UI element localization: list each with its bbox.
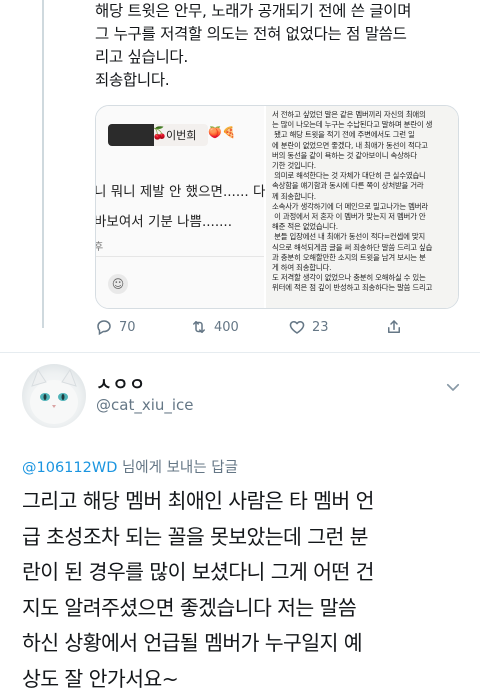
replying-to-link[interactable]: @106112WD [22,460,117,476]
top-tweet-line: 리고 싶습니다. [95,48,189,66]
tweet-media[interactable]: 🍒 이번희 🍑 🍕 니 뭐니 제발 안 했으면...... 다 바보여서 기분 … [95,105,459,309]
reply-line: 상도 잘 안가서요~ [22,666,179,691]
user-handle[interactable]: @cat_xiu_ice [96,396,194,414]
reply-line: 하신 상황에서 언급될 멤버가 누구일지 예 [22,631,363,655]
reply-icon [97,320,111,336]
top-tweet-text: 해당 트윗은 안무, 노래가 공개되기 전에 쓴 글이며 그 누구를 저격할 의… [95,0,475,92]
media-left-line: 후 [96,238,103,253]
retweet-icon [193,321,205,333]
like-button[interactable]: 23 [288,318,329,336]
replying-to-label: 님에게 보내는 답글 [117,460,238,476]
retweet-count: 400 [214,319,239,335]
reply-button[interactable]: 70 [95,318,136,336]
retweet-button[interactable]: 400 [190,318,239,336]
share-icon [388,320,400,333]
redacted-block [108,124,154,146]
top-tweet-line: 해당 트윗은 안무, 노래가 공개되기 전에 쓴 글이며 [95,2,412,20]
cat-avatar-image [30,368,78,424]
emoji-icon: ☺ [108,274,128,294]
peach-icon: 🍑 [208,126,222,139]
media-left-line: 바보여서 기분 나쁨....... [95,214,232,230]
chevron-down-icon[interactable] [444,378,462,396]
share-button[interactable] [385,318,403,336]
reply-line: 지도 알려주셨으면 좋겠습니다 저는 말씀 [22,595,357,620]
media-image-right[interactable]: 서 전하고 싶었던 말은 같은 멤버끼리 자신의 최애의 는 많이 나오는데 누… [266,106,458,308]
thread-line [42,0,44,328]
media-image-left[interactable]: 🍒 이번희 🍑 🍕 니 뭐니 제발 안 했으면...... 다 바보여서 기분 … [96,106,267,308]
pizza-icon: 🍕 [222,126,236,139]
like-icon [289,321,305,334]
media-left-line: 니 뭐니 제발 안 했으면...... 다 [95,184,266,200]
top-tweet-line: 죄송합니다. [95,71,170,89]
name-tag-text: 이번희 [166,129,197,142]
reply-line: 급 초성조차 되는 꼴을 못보았는데 그런 분 [22,524,369,549]
reply-line: 란이 된 경우를 많이 보셨다니 그게 어떤 건 [22,560,374,584]
replying-to: @106112WD 님에게 보내는 답글 [22,456,238,477]
tweet-separator [0,352,480,353]
avatar[interactable] [22,364,86,428]
like-count: 23 [312,319,329,335]
reply-tweet-text: 그리고 해당 멤버 최애인 사람은 타 멤버 언 급 초성조차 되는 꼴을 못보… [22,484,472,697]
profile-name-tag: 🍒 이번희 🍑 🍕 [108,124,236,146]
cherry-icon: 🍒 [152,126,167,140]
display-name[interactable]: ㅅㅇㅇ [96,370,146,395]
reply-line: 그리고 해당 멤버 최애인 사람은 타 멤버 언 [22,489,374,513]
apology-notice-text: 서 전하고 싶었던 말은 같은 멤버끼리 자신의 최애의 는 많이 나오는데 누… [272,110,433,293]
reply-count: 70 [119,319,136,335]
media-divider [96,256,264,257]
top-tweet-line: 그 누구를 저격할 의도는 전혀 없었다는 점 말씀드 [95,25,407,43]
